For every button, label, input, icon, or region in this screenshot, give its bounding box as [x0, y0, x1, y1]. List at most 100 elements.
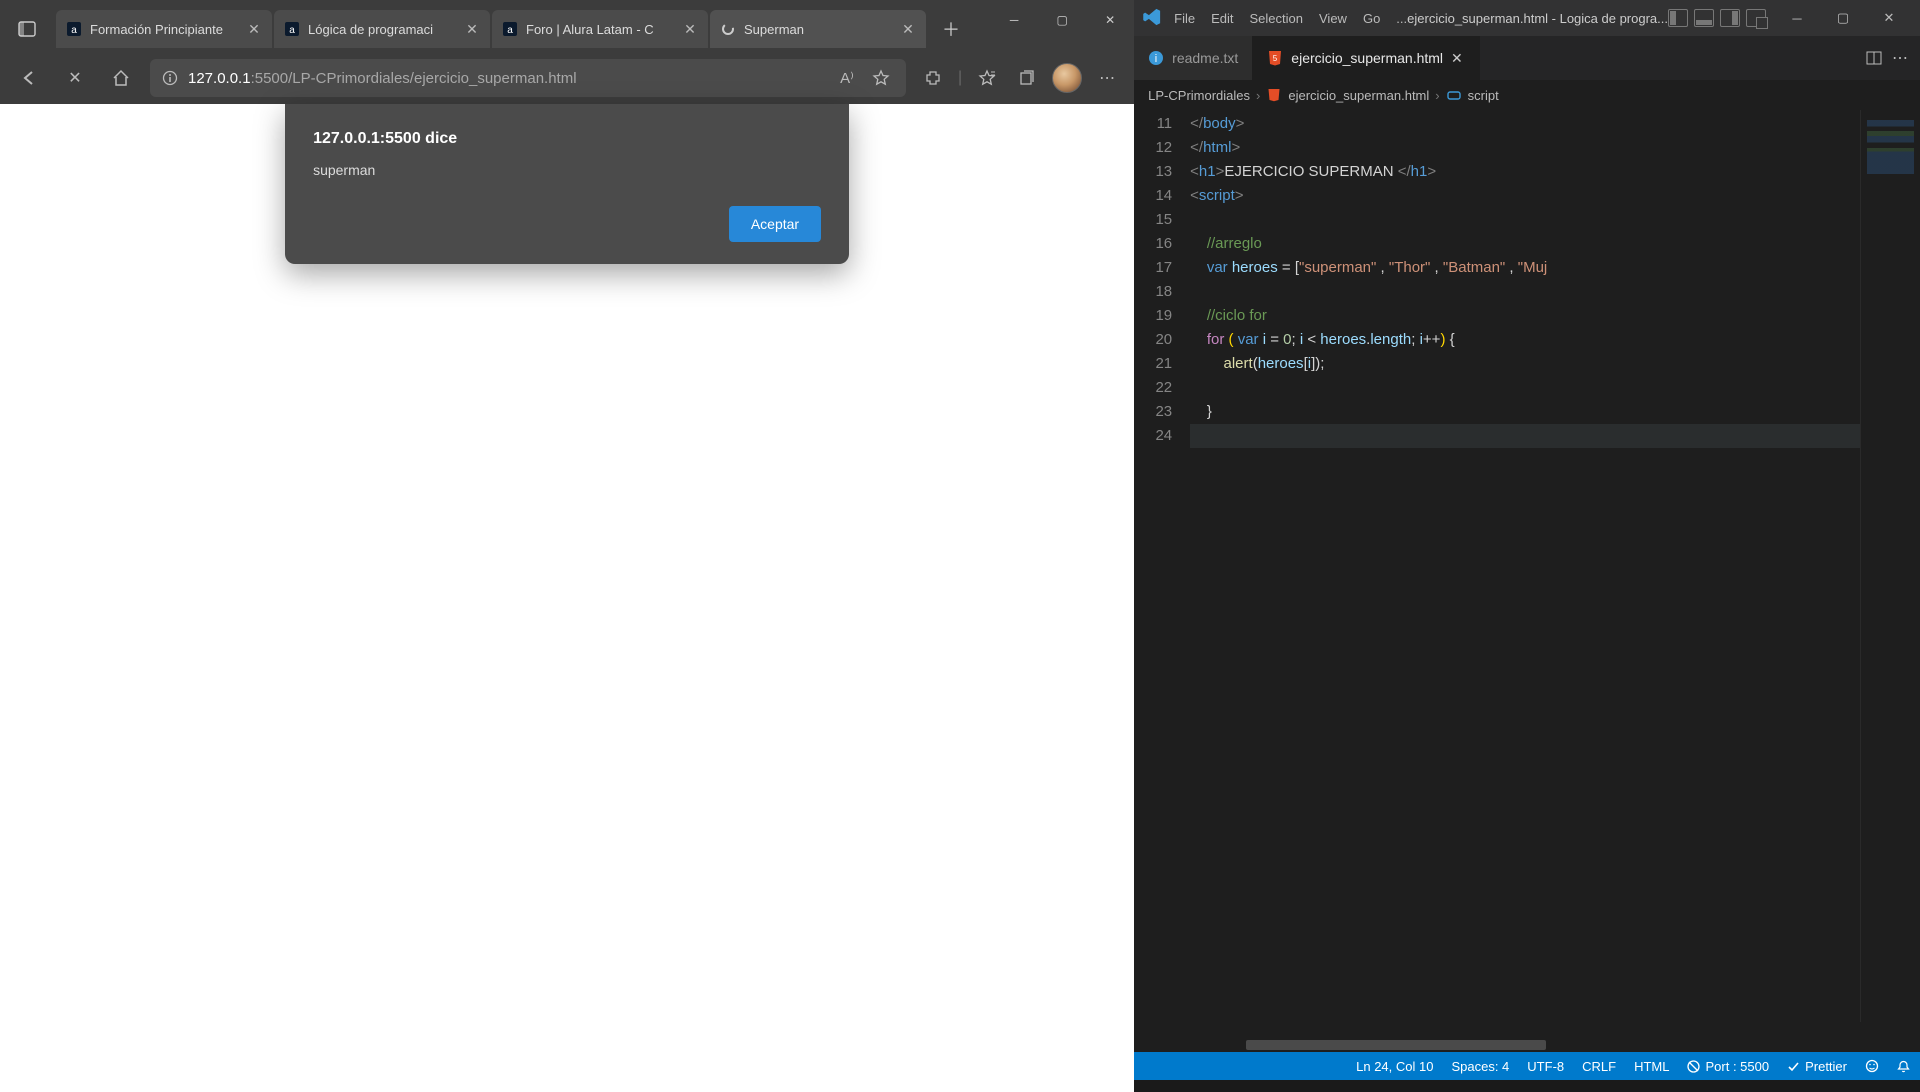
menu-more[interactable]: ... — [1396, 11, 1407, 26]
customize-layout-icon[interactable] — [1746, 9, 1766, 27]
breadcrumb[interactable]: LP-CPrimordiales › ejercicio_superman.ht… — [1134, 80, 1920, 110]
home-button[interactable] — [104, 61, 138, 95]
split-editor-icon[interactable] — [1866, 50, 1882, 66]
stop-button[interactable]: ✕ — [58, 61, 92, 95]
back-button[interactable] — [12, 61, 46, 95]
url-text: 127.0.0.1:5500/LP-CPrimordiales/ejercici… — [188, 70, 577, 87]
layout-icons — [1668, 9, 1766, 27]
menu-go[interactable]: Go — [1363, 11, 1380, 26]
status-encoding[interactable]: UTF-8 — [1527, 1059, 1564, 1074]
loading-favicon-icon — [720, 21, 736, 37]
maximize-button[interactable]: ▢ — [1038, 0, 1086, 40]
svg-text:5: 5 — [1273, 54, 1278, 63]
html-file-icon: 5 — [1267, 50, 1283, 66]
more-menu-icon[interactable]: ⋯ — [1092, 63, 1122, 93]
status-lang[interactable]: HTML — [1634, 1059, 1669, 1074]
alert-accept-button[interactable]: Aceptar — [729, 206, 821, 242]
js-alert-dialog: 127.0.0.1:5500 dice superman Aceptar — [285, 104, 849, 264]
browser-viewport: 127.0.0.1:5500 dice superman Aceptar — [0, 104, 1134, 1092]
tab-label: Superman — [744, 22, 892, 37]
editor-tab-active[interactable]: 5 ejercicio_superman.html ✕ — [1253, 36, 1480, 80]
svg-text:a: a — [71, 25, 77, 36]
status-eol[interactable]: CRLF — [1582, 1059, 1616, 1074]
tab-label: Formación Principiante — [90, 22, 238, 37]
code-editor[interactable]: 1112131415161718192021222324 </body></ht… — [1134, 110, 1920, 1052]
close-tab-icon[interactable]: ✕ — [682, 21, 698, 37]
breadcrumb-file[interactable]: ejercicio_superman.html — [1288, 88, 1429, 103]
status-feedback-icon[interactable] — [1865, 1059, 1879, 1073]
code-area[interactable]: </body></html><h1>EJERCICIO SUPERMAN </h… — [1190, 110, 1920, 1052]
symbol-icon — [1446, 87, 1462, 103]
alura-favicon-icon: a — [66, 21, 82, 37]
toggle-panel-icon[interactable] — [1694, 9, 1714, 27]
favorite-icon[interactable] — [868, 65, 894, 91]
favorites-bar-icon[interactable] — [972, 63, 1002, 93]
svg-text:i: i — [1155, 53, 1157, 65]
breadcrumb-folder[interactable]: LP-CPrimordiales — [1148, 88, 1250, 103]
editor-tab-label: ejercicio_superman.html — [1291, 50, 1443, 66]
vscode-maximize-button[interactable]: ▢ — [1820, 0, 1866, 36]
editor-tab-label: readme.txt — [1172, 50, 1238, 66]
extensions-icon[interactable] — [918, 63, 948, 93]
svg-text:a: a — [289, 25, 295, 36]
status-bell-icon[interactable] — [1897, 1060, 1910, 1073]
status-spaces[interactable]: Spaces: 4 — [1451, 1059, 1509, 1074]
tab-label: Lógica de programaci — [308, 22, 456, 37]
statusbar: Ln 24, Col 10 Spaces: 4 UTF-8 CRLF HTML … — [1134, 1052, 1920, 1080]
menu-edit[interactable]: Edit — [1211, 11, 1233, 26]
toggle-secondary-icon[interactable] — [1720, 9, 1740, 27]
status-prettier[interactable]: Prettier — [1787, 1059, 1847, 1074]
horizontal-scrollbar[interactable] — [1190, 1038, 1860, 1052]
browser-toolbar-right: | ⋯ — [918, 63, 1122, 93]
minimize-button[interactable]: ─ — [990, 0, 1038, 40]
menu-selection[interactable]: Selection — [1250, 11, 1303, 26]
status-cursor[interactable]: Ln 24, Col 10 — [1356, 1059, 1433, 1074]
close-tab-icon[interactable]: ✕ — [464, 21, 480, 37]
window-title: ejercicio_superman.html - Logica de prog… — [1407, 11, 1668, 26]
profile-avatar[interactable] — [1052, 63, 1082, 93]
alura-favicon-icon: a — [502, 21, 518, 37]
browser-tab[interactable]: a Lógica de programaci ✕ — [274, 10, 490, 48]
menu-bar: File Edit Selection View Go ... — [1174, 11, 1407, 26]
minimap[interactable] — [1860, 110, 1920, 1022]
tab-actions-icon[interactable] — [10, 12, 44, 46]
vscode-titlebar: File Edit Selection View Go ... ejercici… — [1134, 0, 1920, 36]
alert-title: 127.0.0.1:5500 dice — [313, 130, 821, 148]
editor-tabs: i readme.txt 5 ejercicio_superman.html ✕… — [1134, 36, 1920, 80]
editor-more-icon[interactable]: ⋯ — [1892, 48, 1908, 68]
close-window-button[interactable]: ✕ — [1086, 0, 1134, 40]
vscode-minimize-button[interactable]: ─ — [1774, 0, 1820, 36]
address-bar-row: ✕ 127.0.0.1:5500/LP-CPrimordiales/ejerci… — [0, 52, 1134, 104]
close-tab-icon[interactable]: ✕ — [900, 21, 916, 37]
alura-favicon-icon: a — [284, 21, 300, 37]
vscode-window: File Edit Selection View Go ... ejercici… — [1134, 0, 1920, 1080]
toggle-sidebar-icon[interactable] — [1668, 9, 1688, 27]
window-controls: ─ ▢ ✕ — [990, 0, 1134, 40]
collections-icon[interactable] — [1012, 63, 1042, 93]
site-info-icon[interactable] — [162, 70, 178, 86]
menu-view[interactable]: View — [1319, 11, 1347, 26]
html-file-icon — [1266, 87, 1282, 103]
browser-tab-active[interactable]: Superman ✕ — [710, 10, 926, 48]
browser-tab-strip: a Formación Principiante ✕ a Lógica de p… — [0, 0, 1134, 52]
vscode-close-button[interactable]: ✕ — [1866, 0, 1912, 36]
tab-label: Foro | Alura Latam - C — [526, 22, 674, 37]
alert-message: superman — [313, 162, 821, 178]
browser-tab[interactable]: a Formación Principiante ✕ — [56, 10, 272, 48]
close-tab-icon[interactable]: ✕ — [246, 21, 262, 37]
address-bar[interactable]: 127.0.0.1:5500/LP-CPrimordiales/ejercici… — [150, 59, 906, 97]
editor-tab[interactable]: i readme.txt — [1134, 36, 1253, 80]
scrollbar-thumb[interactable] — [1246, 1040, 1546, 1050]
svg-text:a: a — [507, 25, 513, 36]
close-editor-tab-icon[interactable]: ✕ — [1451, 50, 1465, 67]
menu-file[interactable]: File — [1174, 11, 1195, 26]
breadcrumb-symbol[interactable]: script — [1468, 88, 1499, 103]
browser-tab[interactable]: a Foro | Alura Latam - C ✕ — [492, 10, 708, 48]
new-tab-button[interactable]: ＋ — [936, 14, 966, 44]
vscode-logo-icon — [1142, 7, 1164, 29]
line-numbers: 1112131415161718192021222324 — [1134, 110, 1190, 1052]
browser-window: a Formación Principiante ✕ a Lógica de p… — [0, 0, 1134, 1092]
info-file-icon: i — [1148, 50, 1164, 66]
read-aloud-icon[interactable]: A⁾ — [834, 65, 860, 91]
status-port[interactable]: Port : 5500 — [1687, 1059, 1769, 1074]
